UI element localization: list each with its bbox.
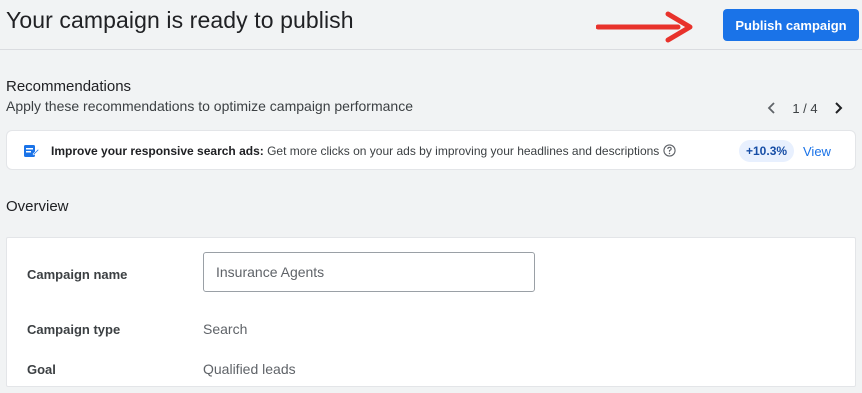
page-header: Your campaign is ready to publish Publis… — [0, 0, 862, 50]
uplift-badge: +10.3% — [739, 140, 795, 162]
pager-count: 1 / 4 — [792, 100, 818, 116]
recommendation-text: Improve your responsive search ads: Get … — [51, 144, 676, 158]
recommendation-card: Improve your responsive search ads: Get … — [6, 130, 856, 170]
campaign-publish-page: Your campaign is ready to publish Publis… — [0, 0, 862, 393]
campaign-type-value: Search — [203, 321, 248, 337]
campaign-name-label: Campaign name — [27, 267, 128, 282]
ad-edit-icon — [24, 145, 39, 157]
help-icon[interactable] — [663, 144, 676, 157]
recommendations-heading: Recommendations — [6, 78, 132, 95]
campaign-name-input[interactable] — [203, 252, 535, 292]
overview-heading: Overview — [6, 198, 69, 215]
chevron-right-icon[interactable] — [830, 100, 846, 116]
goal-label: Goal — [27, 362, 56, 377]
recommendation-description: Get more clicks on your ads by improving… — [263, 144, 660, 158]
campaign-type-label: Campaign type — [27, 322, 121, 337]
recommendations-pager: 1 / 4 — [764, 97, 846, 119]
recommendations-subtitle: Apply these recommendations to optimize … — [6, 98, 413, 114]
recommendation-title: Improve your responsive search ads: — [51, 144, 264, 158]
overview-card: Campaign name Campaign type Search Goal … — [6, 237, 856, 387]
view-recommendation-link[interactable]: View — [803, 144, 831, 159]
chevron-left-icon[interactable] — [764, 100, 780, 116]
arrow-annotation-icon — [596, 11, 693, 43]
page-title: Your campaign is ready to publish — [6, 7, 354, 33]
publish-campaign-button[interactable]: Publish campaign — [723, 9, 859, 41]
goal-value: Qualified leads — [203, 361, 296, 377]
